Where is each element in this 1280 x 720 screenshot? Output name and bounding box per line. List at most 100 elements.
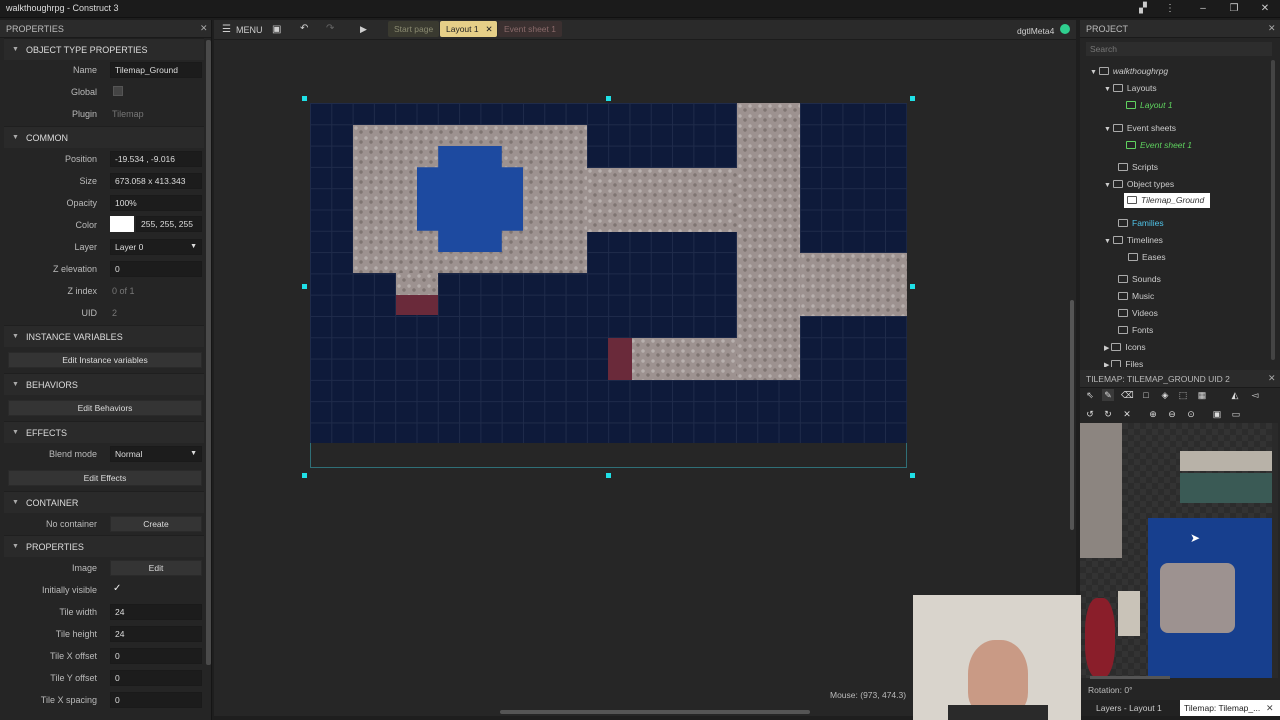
resize-handle[interactable]	[606, 473, 611, 478]
tree-item-sounds[interactable]: Sounds	[1118, 274, 1161, 284]
resize-handle[interactable]	[606, 96, 611, 101]
tree-item-layouts[interactable]: ▼ Layouts	[1104, 83, 1157, 93]
project-search-input[interactable]: Search	[1086, 42, 1272, 56]
tree-item-event-sheets[interactable]: ▼ Event sheets	[1104, 123, 1176, 133]
tilemap-ground[interactable]	[310, 103, 907, 443]
rectangle-tool-icon[interactable]: □	[1140, 389, 1152, 401]
close-icon[interactable]: ✕	[200, 23, 208, 34]
close-icon[interactable]: ✕	[1268, 23, 1276, 34]
resize-handle[interactable]	[910, 284, 915, 289]
close-tab-icon[interactable]: ✕	[486, 21, 493, 37]
resize-handle[interactable]	[302, 284, 307, 289]
tab-layers[interactable]: Layers - Layout 1	[1096, 703, 1162, 713]
create-container-button[interactable]: Create	[110, 516, 202, 532]
tree-item-files[interactable]: ▶ Files	[1104, 359, 1143, 367]
color-field[interactable]: 255, 255, 255	[136, 216, 202, 232]
zoom-reset-icon[interactable]: ⊙	[1185, 408, 1197, 420]
tree-item-fonts[interactable]: Fonts	[1118, 325, 1153, 335]
menu-button[interactable]: MENU	[236, 25, 263, 35]
tree-root[interactable]: ▼ walkthoughrpg	[1090, 66, 1168, 76]
rotate-cw-icon[interactable]: ↻	[1102, 408, 1114, 420]
menu-icon[interactable]: ☰	[222, 24, 231, 35]
section-properties[interactable]: ▼ PROPERTIES	[4, 535, 204, 557]
select-tool-icon[interactable]: ⬚	[1177, 389, 1189, 401]
tree-item-music[interactable]: Music	[1118, 291, 1154, 301]
tileset-hscrollbar[interactable]	[1090, 676, 1170, 679]
tree-item-scripts[interactable]: Scripts	[1118, 162, 1158, 172]
tree-item-event-sheet-1[interactable]: Event sheet 1	[1126, 140, 1192, 150]
section-instance-variables[interactable]: ▼ INSTANCE VARIABLES	[4, 325, 204, 347]
zoom-in-icon[interactable]: ⊕	[1147, 408, 1159, 420]
layer-select[interactable]: Layer 0 ▼	[110, 239, 202, 255]
pointer-tool-icon[interactable]: ⇖	[1084, 389, 1096, 401]
tab-tilemap[interactable]: Tilemap: Tilemap_...	[1180, 700, 1280, 716]
bookmark-icon[interactable]: ▞	[1136, 2, 1150, 16]
position-field[interactable]: -19.534 , -9.016	[110, 151, 202, 167]
section-common[interactable]: ▼ COMMON	[4, 126, 204, 148]
tileset-scrollbar[interactable]	[1272, 423, 1278, 678]
tab-layout-1[interactable]: Layout 1 ✕	[440, 21, 497, 37]
properties-scrollbar[interactable]	[206, 40, 211, 665]
tab-start-page[interactable]: Start page	[388, 21, 440, 37]
tile-y-offset-field[interactable]: 0	[110, 670, 202, 686]
tile-x-offset-field[interactable]: 0	[110, 648, 202, 664]
edit-instance-variables-button[interactable]: Edit Instance variables	[8, 352, 202, 368]
section-object-type[interactable]: ▼ OBJECT TYPE PROPERTIES	[4, 38, 204, 60]
folder-icon[interactable]: ▭	[1230, 408, 1242, 420]
name-field[interactable]: Tilemap_Ground	[110, 62, 202, 78]
close-icon[interactable]: ✕	[1266, 703, 1274, 714]
tree-item-tilemap-ground[interactable]: Tilemap_Ground	[1124, 193, 1210, 208]
tree-item-object-types[interactable]: ▼ Object types	[1104, 179, 1174, 189]
close-icon[interactable]: ✕	[1268, 373, 1276, 384]
resize-handle[interactable]	[302, 473, 307, 478]
tree-item-icons[interactable]: ▶ Icons	[1104, 342, 1146, 352]
close-window-button[interactable]: ✕	[1258, 2, 1272, 16]
horizontal-scrollbar[interactable]	[500, 710, 810, 714]
edit-behaviors-button[interactable]: Edit Behaviors	[8, 400, 202, 416]
edit-image-button[interactable]: Edit	[110, 560, 202, 576]
z-elevation-field[interactable]: 0	[110, 261, 202, 277]
tile-width-field[interactable]: 24	[110, 604, 202, 620]
play-icon[interactable]: ▶	[360, 24, 367, 35]
save-icon[interactable]: ▣	[1211, 408, 1223, 420]
tree-item-timelines[interactable]: ▼ Timelines	[1104, 235, 1163, 245]
resize-handle[interactable]	[910, 473, 915, 478]
color-swatch[interactable]	[110, 216, 134, 232]
pencil-tool-icon[interactable]: ✎	[1102, 389, 1114, 401]
opacity-field[interactable]: 100%	[110, 195, 202, 211]
minimize-button[interactable]: –	[1196, 2, 1210, 16]
restore-button[interactable]: ❐	[1227, 2, 1241, 16]
reset-icon[interactable]: ✕	[1121, 408, 1133, 420]
tileset-palette[interactable]: ➤	[1080, 423, 1272, 678]
resize-handle[interactable]	[910, 96, 915, 101]
resize-handle[interactable]	[302, 96, 307, 101]
size-field[interactable]: 673.058 x 413.343	[110, 173, 202, 189]
stamp-tool-icon[interactable]: ▦	[1196, 389, 1208, 401]
tree-item-families[interactable]: Families	[1118, 218, 1164, 228]
undo-icon[interactable]: ↶	[300, 23, 308, 34]
tree-item-videos[interactable]: Videos	[1118, 308, 1158, 318]
section-effects[interactable]: ▼ EFFECTS	[4, 421, 204, 443]
flip-icon[interactable]: ◅	[1249, 389, 1261, 401]
vertical-scrollbar[interactable]	[1070, 300, 1074, 530]
tree-item-layout-1[interactable]: Layout 1	[1126, 100, 1173, 110]
global-checkbox[interactable]	[113, 86, 123, 96]
save-icon[interactable]: ▣	[272, 24, 281, 35]
edit-effects-button[interactable]: Edit Effects	[8, 470, 202, 486]
blend-mode-select[interactable]: Normal ▼	[110, 446, 202, 462]
tile-height-field[interactable]: 24	[110, 626, 202, 642]
more-options-icon[interactable]: ⋮	[1163, 2, 1177, 16]
user-name[interactable]: dgtlMeta4	[1017, 26, 1054, 36]
zoom-out-icon[interactable]: ⊖	[1166, 408, 1178, 420]
tree-item-eases[interactable]: Eases	[1128, 252, 1166, 262]
mirror-icon[interactable]: ◭	[1229, 389, 1241, 401]
section-behaviors[interactable]: ▼ BEHAVIORS	[4, 373, 204, 395]
eraser-tool-icon[interactable]: ⌫	[1121, 389, 1134, 401]
tile-x-spacing-field[interactable]: 0	[110, 692, 202, 708]
project-scrollbar[interactable]	[1271, 60, 1275, 360]
initially-visible-checkbox[interactable]: ✓	[113, 583, 121, 594]
section-container[interactable]: ▼ CONTAINER	[4, 491, 204, 513]
user-avatar[interactable]	[1060, 24, 1070, 34]
fill-tool-icon[interactable]: ◈	[1159, 389, 1171, 401]
tab-event-sheet-1[interactable]: Event sheet 1	[498, 21, 562, 37]
